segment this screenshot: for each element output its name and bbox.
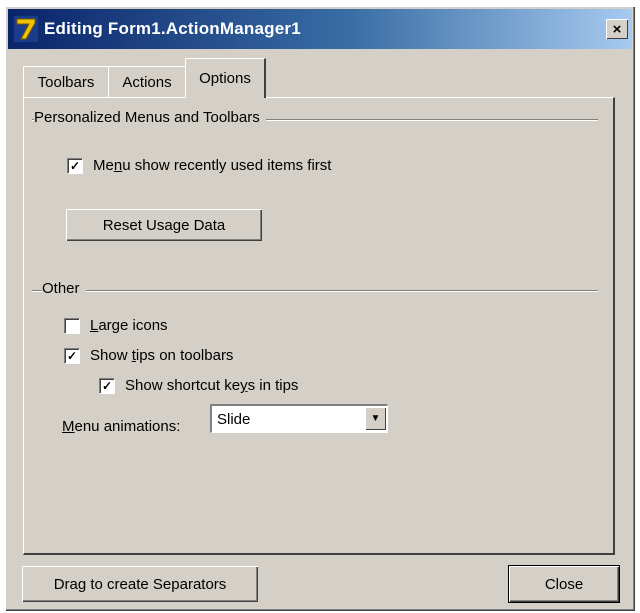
tab-options[interactable]: Options bbox=[185, 58, 266, 98]
checkbox-box: ✓ bbox=[99, 377, 115, 394]
menu-animations-value: Slide bbox=[217, 411, 251, 428]
menu-animations-label: Menu animations: bbox=[62, 418, 181, 435]
large-icons-label: Large icons bbox=[90, 317, 168, 334]
menu-recent-first-label: Menu show recently used items first bbox=[93, 157, 332, 174]
window-title: Editing Form1.ActionManager1 bbox=[44, 19, 301, 38]
checkbox-box bbox=[64, 317, 80, 334]
tab-actions[interactable]: Actions bbox=[108, 66, 187, 97]
delphi-7-icon bbox=[14, 16, 38, 42]
tab-toolbars[interactable]: Toolbars bbox=[23, 66, 110, 97]
show-tips-checkbox[interactable]: ✓ Show tips on toolbars bbox=[64, 347, 233, 364]
menu-animations-select[interactable]: Slide ▼ bbox=[210, 404, 388, 433]
chevron-down-icon[interactable]: ▼ bbox=[365, 407, 386, 430]
group-heading-personalized: Personalized Menus and Toolbars bbox=[34, 109, 266, 126]
show-tips-label: Show tips on toolbars bbox=[90, 347, 234, 364]
group-divider bbox=[32, 290, 598, 292]
group-heading-other: Other bbox=[42, 280, 86, 297]
menu-recent-first-checkbox[interactable]: ✓ Menu show recently used items first bbox=[67, 157, 331, 174]
options-panel: Personalized Menus and Toolbars ✓ Menu s… bbox=[23, 97, 615, 555]
large-icons-checkbox[interactable]: Large icons bbox=[64, 317, 168, 334]
drag-separators-button[interactable]: Drag to create Separators bbox=[22, 566, 258, 602]
dialog-window: Editing Form1.ActionManager1 × Toolbars … bbox=[5, 6, 635, 611]
reset-usage-data-button[interactable]: Reset Usage Data bbox=[66, 209, 262, 241]
close-icon[interactable]: × bbox=[606, 19, 628, 39]
title-bar[interactable]: Editing Form1.ActionManager1 × bbox=[8, 9, 632, 49]
close-button[interactable]: Close bbox=[508, 565, 620, 603]
show-shortcut-keys-label: Show shortcut keys in tips bbox=[125, 377, 299, 394]
checkbox-box: ✓ bbox=[67, 157, 83, 174]
show-shortcut-keys-checkbox[interactable]: ✓ Show shortcut keys in tips bbox=[99, 377, 298, 394]
checkbox-box: ✓ bbox=[64, 347, 80, 364]
